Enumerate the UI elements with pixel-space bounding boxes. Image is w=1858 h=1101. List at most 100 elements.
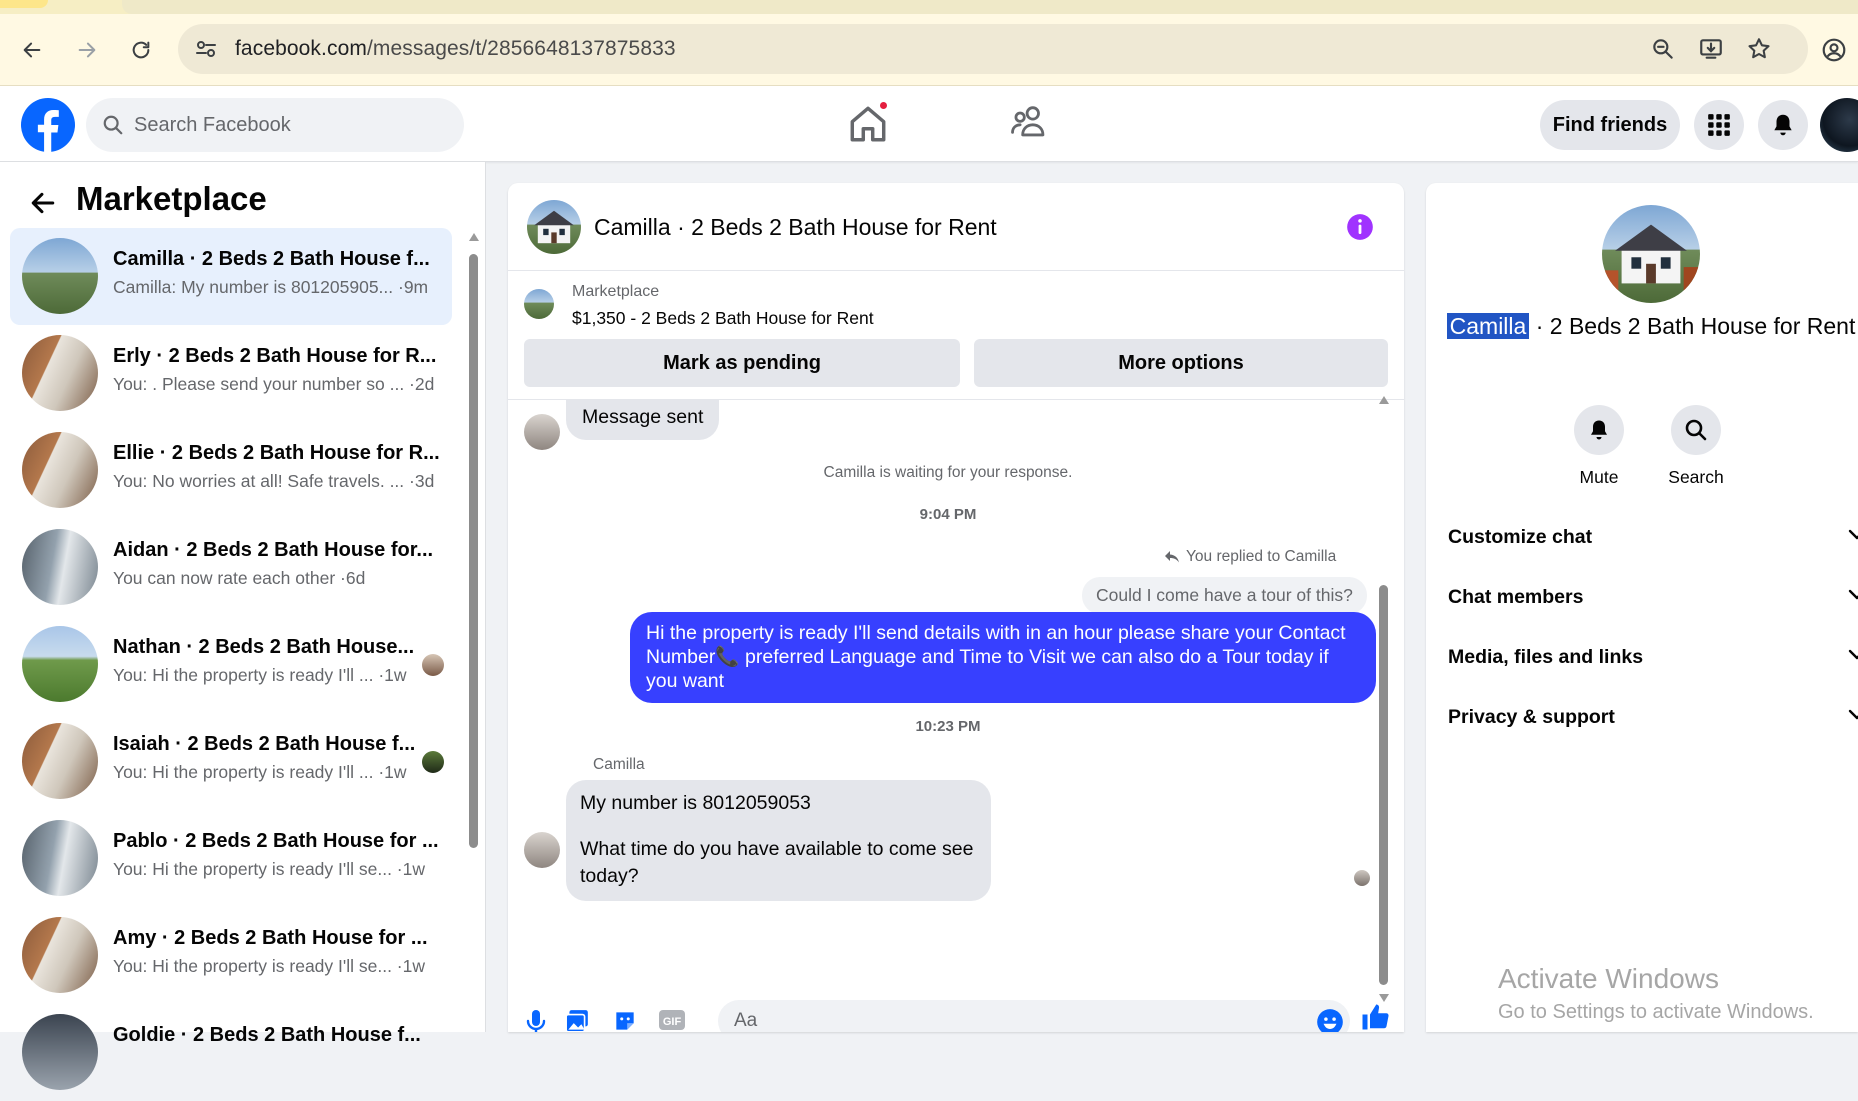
- message-line: What time do you have available to come …: [580, 838, 974, 887]
- mute-button[interactable]: Mute: [1554, 405, 1644, 488]
- browser-active-tab[interactable]: [122, 0, 1858, 14]
- conversation-item[interactable]: Ellie · 2 Beds 2 Bath House for R... You…: [10, 422, 452, 519]
- marketplace-inbox: Marketplace Camilla · 2 Beds 2 Bath Hous…: [0, 162, 486, 1090]
- chat-title[interactable]: Camilla · 2 Beds 2 Bath House for Rent: [594, 214, 997, 241]
- conversation-item[interactable]: Pablo · 2 Beds 2 Bath House for ... You:…: [10, 810, 452, 907]
- timestamp: 9:04 PM: [919, 506, 977, 523]
- more-options-button[interactable]: More options: [974, 339, 1388, 387]
- conversation-scrollbar[interactable]: [468, 232, 480, 1012]
- profile-avatar[interactable]: [1820, 98, 1858, 152]
- customize-chat-section[interactable]: Customize chat: [1448, 517, 1858, 557]
- reload-icon[interactable]: [127, 36, 155, 64]
- conversation-item[interactable]: Erly · 2 Beds 2 Bath House for R... You:…: [10, 325, 452, 422]
- url-text[interactable]: facebook.com/messages/t/2856648137875833: [235, 37, 676, 61]
- conversation-name: Amy · 2 Beds 2 Bath House for ...: [113, 927, 428, 949]
- gif-icon[interactable]: GIF: [658, 1008, 686, 1032]
- browser-profile-icon[interactable]: [1820, 36, 1848, 64]
- forward-icon[interactable]: [73, 36, 101, 64]
- notifications-bell-icon[interactable]: [1758, 100, 1808, 150]
- facebook-search-box[interactable]: [86, 98, 464, 152]
- conversation-avatar: [22, 820, 98, 896]
- search-icon: [102, 114, 124, 136]
- conversation-name: Aidan · 2 Beds 2 Bath House for...: [113, 539, 434, 561]
- install-app-icon[interactable]: [1698, 36, 1724, 62]
- chevron-down-icon: [1848, 649, 1858, 660]
- photo-icon[interactable]: [564, 1008, 590, 1032]
- conversation-avatar: [22, 432, 98, 508]
- reply-label-text: You replied to Camilla: [1186, 548, 1337, 565]
- chat-window: Camilla · 2 Beds 2 Bath House for Rent M…: [508, 183, 1404, 1032]
- chat-profile-picture[interactable]: [1602, 205, 1700, 303]
- chat-members-section[interactable]: Chat members: [1448, 577, 1858, 617]
- bookmark-star-icon[interactable]: [1746, 36, 1772, 62]
- section-label: Media, files and links: [1448, 645, 1644, 668]
- facebook-header: Find friends: [0, 86, 1858, 162]
- chat-name: Camilla · 2 Beds 2 Bath House for Rent: [1446, 313, 1856, 341]
- info-icon[interactable]: [1346, 213, 1374, 241]
- chevron-down-icon: [1848, 589, 1858, 600]
- emoji-icon[interactable]: [1316, 1008, 1344, 1032]
- media-files-links-section[interactable]: Media, files and links: [1448, 637, 1858, 677]
- conversation-avatar: [22, 917, 98, 993]
- message-input-box[interactable]: [718, 1000, 1350, 1032]
- zoom-icon[interactable]: [1650, 36, 1676, 62]
- mark-as-pending-button[interactable]: Mark as pending: [524, 339, 960, 387]
- replied-message[interactable]: Could I come have a tour of this?: [1082, 577, 1367, 614]
- message-bubble[interactable]: Message sent: [566, 400, 720, 441]
- chat-info-panel: Camilla · 2 Beds 2 Bath House for Rent M…: [1426, 183, 1858, 1032]
- conversation-name: Camilla · 2 Beds 2 Bath House f...: [113, 248, 430, 270]
- sender-avatar: [524, 832, 560, 868]
- watermark-subtitle: Go to Settings to activate Windows.: [1498, 1001, 1814, 1023]
- scroll-up-icon[interactable]: [1378, 395, 1390, 405]
- conversation-item[interactable]: Amy · 2 Beds 2 Bath House for ... You: H…: [10, 907, 452, 1004]
- conversation-preview: You: Hi the property is ready I'll ... ·…: [113, 665, 407, 685]
- sticker-icon[interactable]: [612, 1008, 638, 1032]
- address-bar[interactable]: facebook.com/messages/t/2856648137875833: [178, 24, 1808, 74]
- waiting-notice: Camilla is waiting for your response.: [823, 464, 1073, 481]
- conversation-avatar: [22, 723, 98, 799]
- conversation-item[interactable]: Isaiah · 2 Beds 2 Bath House f... You: H…: [10, 713, 452, 810]
- scroll-up-icon[interactable]: [468, 232, 480, 242]
- browser-tab[interactable]: [0, 0, 48, 8]
- sender-name: Camilla: [593, 756, 645, 773]
- thumbs-up-icon[interactable]: [1360, 1002, 1390, 1032]
- back-arrow-icon[interactable]: [29, 190, 57, 216]
- listing-title: $1,350 - 2 Beds 2 Bath House for Rent: [572, 308, 874, 328]
- listing-banner[interactable]: Marketplace $1,350 - 2 Beds 2 Bath House…: [508, 271, 1404, 341]
- watermark-title: Activate Windows: [1498, 963, 1719, 994]
- chat-avatar[interactable]: [527, 200, 581, 254]
- scrollbar-thumb[interactable]: [1379, 585, 1388, 985]
- search-in-chat-button[interactable]: Search: [1651, 405, 1741, 488]
- site-settings-icon[interactable]: [194, 37, 218, 61]
- privacy-support-section[interactable]: Privacy & support: [1448, 697, 1858, 737]
- microphone-icon[interactable]: [524, 1008, 548, 1032]
- friends-icon[interactable]: [1010, 104, 1048, 138]
- scrollbar-thumb[interactable]: [469, 254, 478, 848]
- mute-label: Mute: [1579, 467, 1619, 487]
- chat-scrollbar[interactable]: [1378, 396, 1389, 1005]
- facebook-logo-icon[interactable]: [21, 98, 75, 152]
- listing-thumbnail: [524, 289, 554, 319]
- search-icon: [1671, 405, 1721, 455]
- conversation-preview: You: Hi the property is ready I'll se...…: [113, 956, 426, 976]
- conversation-item[interactable]: Nathan · 2 Beds 2 Bath House... You: Hi …: [10, 616, 452, 713]
- conversation-avatar: [22, 238, 98, 314]
- conversation-item[interactable]: Camilla · 2 Beds 2 Bath House f... Camil…: [10, 228, 452, 325]
- back-icon[interactable]: [18, 36, 46, 64]
- section-label: Chat members: [1448, 585, 1584, 608]
- seen-avatar: [422, 654, 444, 676]
- mute-bell-icon: [1574, 405, 1624, 455]
- search-label: Search: [1668, 467, 1724, 487]
- conversation-item[interactable]: Aidan · 2 Beds 2 Bath House for... You c…: [10, 519, 452, 616]
- find-friends-button[interactable]: Find friends: [1540, 100, 1680, 150]
- search-input[interactable]: [134, 98, 454, 152]
- message-input[interactable]: [734, 1000, 1294, 1032]
- conversation-item[interactable]: Goldie · 2 Beds 2 Bath House f...: [10, 1004, 452, 1101]
- incoming-message[interactable]: My number is 8012059053 What time do you…: [566, 780, 991, 901]
- menu-grid-icon[interactable]: [1694, 100, 1744, 150]
- outgoing-message[interactable]: Hi the property is ready I'll send detai…: [630, 612, 1376, 704]
- conversation-list: Camilla · 2 Beds 2 Bath House f... Camil…: [10, 228, 452, 1101]
- url-path: /messages/t/2856648137875833: [366, 37, 676, 60]
- activate-windows-watermark: Activate Windows Go to Settings to activ…: [1498, 963, 1814, 1024]
